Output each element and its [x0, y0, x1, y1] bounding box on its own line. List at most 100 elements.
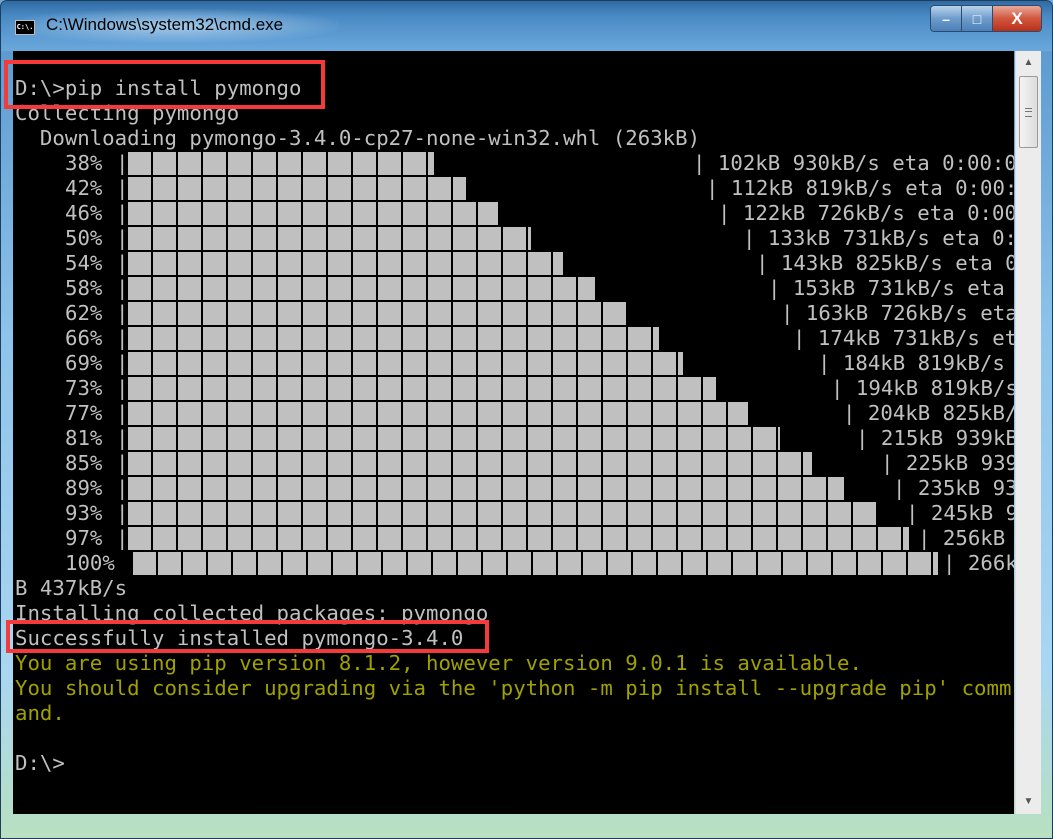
progress-row: 85% | | 225kB 939kB/s eta 0:00:01	[13, 451, 1014, 476]
progress-bar-left-edge: |	[116, 251, 129, 275]
progress-row: 73% | | 194kB 819kB/s eta 0:00:01	[13, 376, 1014, 401]
close-button[interactable]: X	[993, 6, 1041, 31]
progress-bar-left-edge: |	[116, 526, 129, 550]
progress-bar-fill	[128, 177, 467, 200]
wrapped-tail-line: B 437kB/s	[15, 576, 128, 600]
progress-bar-fill	[128, 302, 628, 325]
progress-bar-left-edge: |	[116, 376, 129, 400]
progress-stats: | 225kB 939kB/s eta 0:00:01	[881, 451, 1014, 475]
progress-percent: 46%	[65, 201, 103, 225]
progress-percent: 50%	[65, 226, 103, 250]
title-bar[interactable]: C:\. C:\Windows\system32\cmd.exe – □ X	[1, 1, 1052, 51]
progress-percent: 85%	[65, 451, 103, 475]
progress-bar-left-edge: |	[116, 201, 129, 225]
progress-bar-fill	[128, 427, 781, 450]
progress-percent: 81%	[65, 426, 103, 450]
cmd-app-icon[interactable]: C:\.	[15, 20, 35, 35]
progress-bar-left-edge: |	[116, 476, 129, 500]
grip-icon	[1025, 108, 1032, 117]
scroll-thumb[interactable]	[1019, 76, 1038, 148]
progress-bar-fill	[128, 152, 434, 175]
progress-bar-left-edge: |	[116, 426, 129, 450]
progress-bar-fill	[128, 527, 909, 550]
progress-bar-fill	[128, 502, 877, 525]
progress-percent: 69%	[65, 351, 103, 375]
progress-bar-left-edge: |	[116, 451, 129, 475]
progress-bar-fill	[128, 477, 845, 500]
progress-stats: | 184kB 819kB/s eta 0:00:01	[818, 351, 1005, 375]
progress-percent: 100%	[65, 551, 115, 575]
progress-bar-fill	[128, 277, 595, 300]
progress-percent: 66%	[65, 326, 103, 350]
minimize-button[interactable]: –	[931, 6, 962, 31]
highlight-box-command	[4, 60, 325, 109]
progress-percent: 54%	[65, 251, 103, 275]
progress-stats: | 256kB 939kB/s eta 0:00:01	[918, 526, 1006, 550]
progress-stats: | 245kB 939kB/s eta 0:00:01	[906, 501, 1014, 525]
pip-upgrade-warning: You should consider upgrading via the 'p…	[15, 676, 1012, 700]
scroll-up-arrow-icon[interactable]: ▲	[1016, 53, 1041, 73]
downloading-line: Downloading pymongo-3.4.0-cp27-none-win3…	[15, 126, 701, 150]
progress-percent: 93%	[65, 501, 103, 525]
progress-row: 77% | | 204kB 825kB/s eta 0:00:01	[13, 401, 1014, 426]
progress-bar-left-edge: |	[116, 176, 129, 200]
progress-bar-fill	[128, 452, 813, 475]
progress-row: 93% | | 245kB 939kB/s eta 0:00:01	[13, 501, 1014, 526]
scroll-down-arrow-icon[interactable]: ▼	[1016, 792, 1041, 812]
progress-bar-left-edge: |	[116, 301, 129, 325]
progress-stats: | 143kB 825kB/s eta 0:00:01	[756, 251, 1014, 275]
progress-row: 46% | | 122kB 726kB/s eta 0:00:01	[13, 201, 1014, 226]
progress-bar-fill	[128, 377, 716, 400]
progress-bar-fill	[128, 402, 748, 425]
progress-percent: 38%	[65, 151, 103, 175]
prompt-line: D:\>	[15, 751, 65, 775]
progress-bar-left-edge: |	[116, 326, 129, 350]
window-controls: – □ X	[930, 5, 1042, 32]
progress-percent: 77%	[65, 401, 103, 425]
progress-bar-fill	[133, 552, 938, 575]
progress-bar-left-edge: |	[116, 276, 129, 300]
progress-bar-fill	[128, 252, 563, 275]
progress-stats: | 174kB 731kB/s eta 0:00:01	[793, 326, 1014, 350]
progress-row: 54% | | 143kB 825kB/s eta 0:00:01	[13, 251, 1014, 276]
progress-stats: | 122kB 726kB/s eta 0:00:01	[718, 201, 1014, 225]
progress-bar-left-edge: |	[116, 501, 129, 525]
progress-row: 69% | | 184kB 819kB/s eta 0:00:01	[13, 351, 1014, 376]
progress-stats: | 235kB 939kB/s eta 0:00:01	[893, 476, 1014, 500]
pip-upgrade-warning-wrap: and.	[15, 701, 65, 725]
progress-stats: | 266kB 437kB/s	[943, 551, 1014, 575]
progress-percent: 58%	[65, 276, 103, 300]
maximize-button[interactable]: □	[962, 6, 993, 31]
progress-stats: | 215kB 939kB/s eta 0:00:01	[856, 426, 1014, 450]
vertical-scrollbar[interactable]: ▲ ▼	[1015, 51, 1041, 814]
progress-percent: 42%	[65, 176, 103, 200]
progress-bar-left-edge: |	[116, 151, 129, 175]
progress-bar-fill	[128, 227, 531, 250]
progress-row: 58% | | 153kB 731kB/s eta 0:00:01	[13, 276, 1014, 301]
window-title: C:\Windows\system32\cmd.exe	[46, 15, 284, 34]
progress-bar-left-edge: |	[116, 351, 129, 375]
progress-percent: 97%	[65, 526, 103, 550]
progress-row: 42% | | 112kB 819kB/s eta 0:00:01	[13, 176, 1014, 201]
progress-row: 100%|| 266kB 437kB/s	[13, 551, 1014, 576]
progress-row: 81% | | 215kB 939kB/s eta 0:00:01	[13, 426, 1014, 451]
progress-percent: 89%	[65, 476, 103, 500]
progress-stats: | 102kB 930kB/s eta 0:00:01	[693, 151, 1014, 175]
progress-row: 89% | | 235kB 939kB/s eta 0:00:01	[13, 476, 1014, 501]
progress-bar-left-edge: |	[116, 226, 129, 250]
progress-stats: | 204kB 825kB/s eta 0:00:01	[843, 401, 1014, 425]
console-output[interactable]: D:\>pip install pymongo Collecting pymon…	[13, 51, 1014, 814]
progress-percent: 62%	[65, 301, 103, 325]
progress-row: 66% | | 174kB 731kB/s eta 0:00:01	[13, 326, 1014, 351]
progress-row: 97% | | 256kB 939kB/s eta 0:00:01	[13, 526, 1014, 551]
progress-row: 38% | | 102kB 930kB/s eta 0:00:01	[13, 151, 1014, 176]
progress-row: 50% | | 133kB 731kB/s eta 0:00:01	[13, 226, 1014, 251]
cmd-window: C:\. C:\Windows\system32\cmd.exe – □ X D…	[0, 0, 1053, 839]
progress-row: 62% | | 163kB 726kB/s eta 0:00:01	[13, 301, 1014, 326]
progress-stats: | 133kB 731kB/s eta 0:00:01	[743, 226, 1014, 250]
highlight-box-success	[6, 620, 489, 653]
progress-bar-fill	[128, 327, 660, 350]
progress-stats: | 163kB 726kB/s eta 0:00:01	[781, 301, 1014, 325]
progress-bar-fill	[128, 202, 499, 225]
progress-stats: | 112kB 819kB/s eta 0:00:01	[706, 176, 1014, 200]
